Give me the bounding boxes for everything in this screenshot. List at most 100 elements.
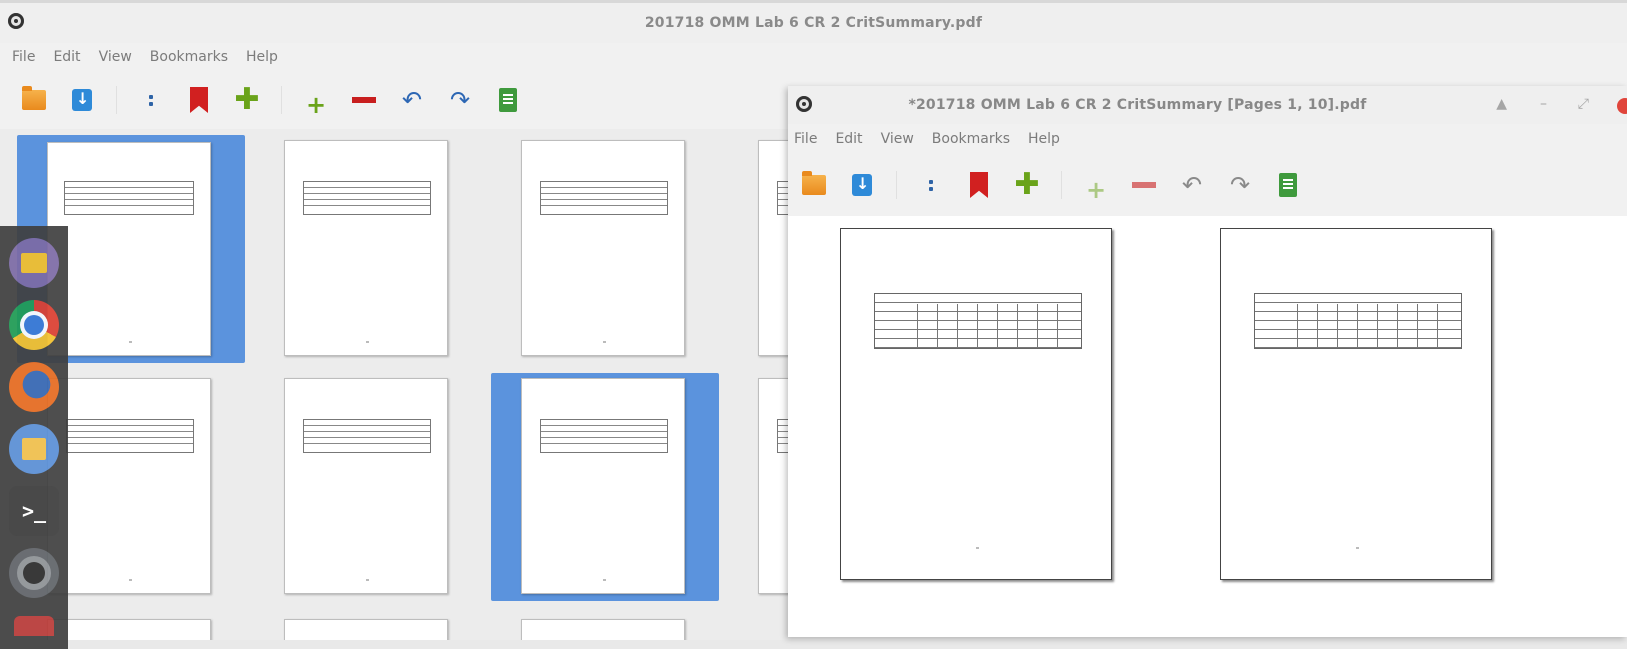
main-titlebar[interactable]: 201718 OMM Lab 6 CR 2 CritSummary.pdf [0, 3, 1627, 43]
firefox-icon[interactable] [9, 362, 59, 412]
rotate-left-button[interactable]: ↶ [398, 86, 426, 114]
second-titlebar[interactable]: *201718 OMM Lab 6 CR 2 CritSummary [Page… [788, 86, 1627, 124]
page-table-preview [66, 419, 194, 453]
page-table-preview [303, 181, 431, 215]
add-button[interactable]: ✚ [233, 82, 261, 117]
export-button[interactable] [1274, 171, 1302, 199]
split-button[interactable] [917, 171, 945, 199]
page-number-mark [366, 341, 369, 343]
export-doc-icon [499, 88, 517, 112]
disc-utility-icon[interactable] [9, 548, 59, 598]
bookmark-icon [970, 172, 988, 198]
page-table-preview [874, 293, 1082, 349]
menu-edit[interactable]: Edit [835, 131, 862, 147]
add-button[interactable]: ✚ [1013, 167, 1041, 202]
add-icon: ✚ [234, 82, 260, 117]
page-thumbnail-6[interactable] [254, 373, 482, 601]
toolbar-separator [281, 86, 282, 114]
rotate-left-button[interactable]: ↶ [1178, 171, 1206, 199]
maximize-button[interactable]: ⤢ [1578, 96, 1589, 112]
save-button[interactable] [68, 86, 96, 114]
page-number-mark [603, 579, 606, 581]
menu-bookmarks[interactable]: Bookmarks [150, 49, 228, 65]
second-menubar: File Edit View Bookmarks Help [788, 124, 1627, 154]
page-number-mark [366, 579, 369, 581]
second-window-title: *201718 OMM Lab 6 CR 2 CritSummary [Page… [908, 97, 1367, 113]
page-table-preview [1254, 293, 1462, 349]
page-preview [521, 378, 685, 594]
main-window-title: 201718 OMM Lab 6 CR 2 CritSummary.pdf [644, 15, 983, 31]
bookmark-button[interactable] [185, 86, 213, 114]
open-folder-icon [802, 171, 826, 195]
open-button[interactable] [20, 86, 48, 114]
page-preview [47, 378, 211, 594]
rotate-left-icon: ↶ [401, 86, 423, 114]
files-app-icon[interactable] [9, 238, 59, 288]
page-thumbnail-7[interactable] [491, 373, 719, 601]
page-preview [284, 378, 448, 594]
open-folder-icon [22, 86, 46, 110]
remove-icon [1132, 182, 1156, 188]
page-10-preview[interactable] [1220, 228, 1492, 580]
page-number-mark [129, 579, 132, 581]
dots-icon [924, 174, 938, 196]
add-pages-icon: + [1085, 176, 1107, 204]
menu-help[interactable]: Help [1028, 131, 1060, 147]
page-number-mark [603, 341, 606, 343]
open-button[interactable] [800, 171, 828, 199]
page-thumbnail-2[interactable] [254, 135, 482, 363]
launcher-dock: >_ [0, 226, 68, 649]
split-button[interactable] [137, 86, 165, 114]
menu-view[interactable]: View [99, 49, 132, 65]
app-icon [8, 13, 24, 29]
add-icon: ✚ [1014, 167, 1040, 202]
rotate-right-icon: ↷ [1229, 171, 1251, 199]
page-table-preview [540, 419, 668, 453]
menu-file[interactable]: File [794, 131, 817, 147]
second-toolbar: ✚ + ↶ ↷ [788, 154, 1627, 217]
close-button[interactable] [1617, 98, 1627, 114]
page-number-mark [976, 547, 979, 549]
main-menubar: File Edit View Bookmarks Help [0, 43, 1627, 71]
rotate-right-icon: ↷ [449, 86, 471, 114]
remove-icon [352, 97, 376, 103]
insert-pages-button[interactable]: + [1082, 171, 1110, 204]
rotate-left-icon: ↶ [1181, 171, 1203, 199]
terminal-icon[interactable]: >_ [9, 486, 59, 536]
page-preview [284, 140, 448, 356]
bookmark-button[interactable] [965, 171, 993, 199]
add-pages-icon: + [305, 91, 327, 119]
save-icon [852, 174, 872, 196]
page-number-mark [1356, 547, 1359, 549]
page-thumbnail-3[interactable] [491, 135, 719, 363]
second-page-view [788, 216, 1627, 637]
menu-file[interactable]: File [12, 49, 35, 65]
chrome-icon[interactable] [9, 300, 59, 350]
page-thumbnail-4[interactable] [728, 135, 819, 363]
archive-manager-icon[interactable] [9, 424, 59, 474]
menu-bookmarks[interactable]: Bookmarks [932, 131, 1010, 147]
page-1-preview[interactable] [840, 228, 1112, 580]
remove-button[interactable] [350, 86, 378, 114]
page-table-preview [540, 181, 668, 215]
rotate-right-button[interactable]: ↷ [1226, 171, 1254, 199]
menu-view[interactable]: View [881, 131, 914, 147]
page-number-mark [129, 341, 132, 343]
rotate-right-button[interactable]: ↷ [446, 86, 474, 114]
page-thumbnail-8[interactable] [728, 373, 819, 601]
export-doc-icon [1279, 173, 1297, 197]
toolbar-separator [1061, 171, 1062, 199]
shade-button[interactable]: ▲ [1496, 96, 1507, 112]
page-table-preview [303, 419, 431, 453]
remove-button[interactable] [1130, 171, 1158, 199]
export-button[interactable] [494, 86, 522, 114]
minimize-button[interactable]: – [1540, 96, 1547, 112]
save-icon [72, 89, 92, 111]
menu-edit[interactable]: Edit [53, 49, 80, 65]
save-button[interactable] [848, 171, 876, 199]
second-window: *201718 OMM Lab 6 CR 2 CritSummary [Page… [788, 86, 1627, 637]
page-preview [521, 140, 685, 356]
insert-pages-button[interactable]: + [302, 86, 330, 119]
app-icon-partial[interactable] [14, 616, 54, 636]
menu-help[interactable]: Help [246, 49, 278, 65]
